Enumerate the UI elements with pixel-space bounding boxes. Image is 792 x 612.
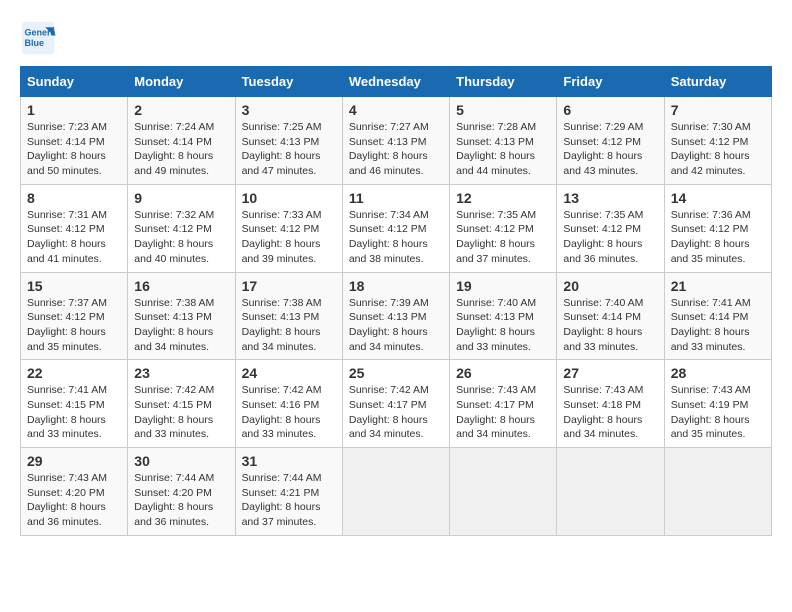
empty-cell (664, 448, 771, 536)
calendar-day-11: 11Sunrise: 7:34 AMSunset: 4:12 PMDayligh… (342, 184, 449, 272)
calendar-day-30: 30Sunrise: 7:44 AMSunset: 4:20 PMDayligh… (128, 448, 235, 536)
column-header-saturday: Saturday (664, 67, 771, 97)
calendar-day-19: 19Sunrise: 7:40 AMSunset: 4:13 PMDayligh… (450, 272, 557, 360)
calendar-day-4: 4Sunrise: 7:27 AMSunset: 4:13 PMDaylight… (342, 97, 449, 185)
calendar-day-3: 3Sunrise: 7:25 AMSunset: 4:13 PMDaylight… (235, 97, 342, 185)
calendar-day-1: 1Sunrise: 7:23 AMSunset: 4:14 PMDaylight… (21, 97, 128, 185)
calendar-day-24: 24Sunrise: 7:42 AMSunset: 4:16 PMDayligh… (235, 360, 342, 448)
calendar-day-31: 31Sunrise: 7:44 AMSunset: 4:21 PMDayligh… (235, 448, 342, 536)
column-header-friday: Friday (557, 67, 664, 97)
calendar-day-12: 12Sunrise: 7:35 AMSunset: 4:12 PMDayligh… (450, 184, 557, 272)
calendar-day-6: 6Sunrise: 7:29 AMSunset: 4:12 PMDaylight… (557, 97, 664, 185)
calendar-table: SundayMondayTuesdayWednesdayThursdayFrid… (20, 66, 772, 536)
logo-icon: General Blue (20, 20, 56, 56)
calendar-day-9: 9Sunrise: 7:32 AMSunset: 4:12 PMDaylight… (128, 184, 235, 272)
calendar-day-21: 21Sunrise: 7:41 AMSunset: 4:14 PMDayligh… (664, 272, 771, 360)
column-header-wednesday: Wednesday (342, 67, 449, 97)
calendar-day-27: 27Sunrise: 7:43 AMSunset: 4:18 PMDayligh… (557, 360, 664, 448)
empty-cell (342, 448, 449, 536)
column-header-tuesday: Tuesday (235, 67, 342, 97)
calendar-day-8: 8Sunrise: 7:31 AMSunset: 4:12 PMDaylight… (21, 184, 128, 272)
calendar-day-7: 7Sunrise: 7:30 AMSunset: 4:12 PMDaylight… (664, 97, 771, 185)
calendar-day-13: 13Sunrise: 7:35 AMSunset: 4:12 PMDayligh… (557, 184, 664, 272)
calendar-day-26: 26Sunrise: 7:43 AMSunset: 4:17 PMDayligh… (450, 360, 557, 448)
calendar-day-14: 14Sunrise: 7:36 AMSunset: 4:12 PMDayligh… (664, 184, 771, 272)
calendar-day-15: 15Sunrise: 7:37 AMSunset: 4:12 PMDayligh… (21, 272, 128, 360)
column-header-sunday: Sunday (21, 67, 128, 97)
calendar-day-2: 2Sunrise: 7:24 AMSunset: 4:14 PMDaylight… (128, 97, 235, 185)
calendar-day-22: 22Sunrise: 7:41 AMSunset: 4:15 PMDayligh… (21, 360, 128, 448)
empty-cell (557, 448, 664, 536)
calendar-day-5: 5Sunrise: 7:28 AMSunset: 4:13 PMDaylight… (450, 97, 557, 185)
calendar-day-16: 16Sunrise: 7:38 AMSunset: 4:13 PMDayligh… (128, 272, 235, 360)
column-header-thursday: Thursday (450, 67, 557, 97)
page-header: General Blue (20, 20, 772, 56)
calendar-day-10: 10Sunrise: 7:33 AMSunset: 4:12 PMDayligh… (235, 184, 342, 272)
logo: General Blue (20, 20, 62, 56)
calendar-day-28: 28Sunrise: 7:43 AMSunset: 4:19 PMDayligh… (664, 360, 771, 448)
calendar-day-20: 20Sunrise: 7:40 AMSunset: 4:14 PMDayligh… (557, 272, 664, 360)
empty-cell (450, 448, 557, 536)
calendar-day-25: 25Sunrise: 7:42 AMSunset: 4:17 PMDayligh… (342, 360, 449, 448)
calendar-day-18: 18Sunrise: 7:39 AMSunset: 4:13 PMDayligh… (342, 272, 449, 360)
svg-text:Blue: Blue (25, 38, 45, 48)
column-header-monday: Monday (128, 67, 235, 97)
calendar-day-17: 17Sunrise: 7:38 AMSunset: 4:13 PMDayligh… (235, 272, 342, 360)
calendar-day-29: 29Sunrise: 7:43 AMSunset: 4:20 PMDayligh… (21, 448, 128, 536)
calendar-day-23: 23Sunrise: 7:42 AMSunset: 4:15 PMDayligh… (128, 360, 235, 448)
